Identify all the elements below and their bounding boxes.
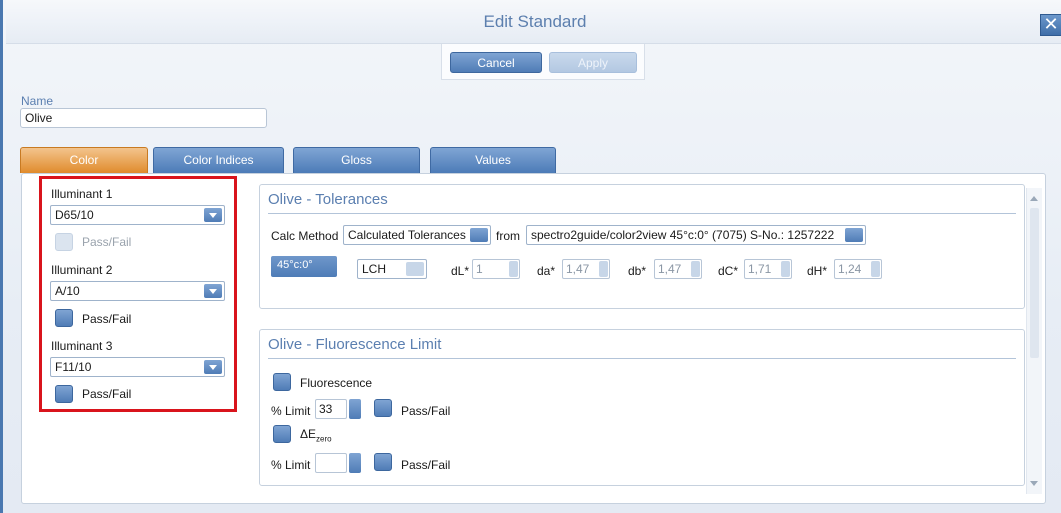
divider xyxy=(268,358,1016,359)
illuminant-1-value: D65/10 xyxy=(55,208,94,222)
dh-value: 1,24 xyxy=(838,262,862,276)
source-select[interactable]: spectro2guide/color2view 45°c:0° (7075) … xyxy=(526,225,866,245)
limit-label: % Limit xyxy=(271,404,311,418)
calc-method-select[interactable]: Calculated Tolerances xyxy=(343,225,491,245)
illuminant-3-select[interactable]: F11/10 xyxy=(50,357,225,377)
angle-tag: 45°c:0° xyxy=(271,256,337,277)
action-panel: Cancel Apply xyxy=(441,44,645,80)
ezero-passfail-checkbox[interactable] xyxy=(374,453,392,471)
ezero-passfail-label: Pass/Fail xyxy=(401,458,451,472)
tab-color[interactable]: Color xyxy=(20,147,148,173)
name-label: Name xyxy=(21,94,54,108)
illuminant-3-label: Illuminant 3 xyxy=(51,339,113,353)
dh-field[interactable]: 1,24 xyxy=(834,259,882,279)
window-title: Edit Standard xyxy=(483,12,587,31)
fluorescence-title: Olive - Fluorescence Limit xyxy=(268,336,442,353)
spinner-icon xyxy=(599,261,608,277)
fluorescence-label: Fluorescence xyxy=(300,376,373,390)
illuminant-3-passfail-label: Pass/Fail xyxy=(82,387,132,401)
db-label: db* xyxy=(628,264,647,278)
content-scrollbar[interactable] xyxy=(1026,188,1042,494)
calc-method-value: Calculated Tolerances xyxy=(348,228,466,242)
da-label: da* xyxy=(537,264,556,278)
illuminant-3-passfail-checkbox[interactable] xyxy=(55,385,73,403)
illuminant-2-passfail-label: Pass/Fail xyxy=(82,312,132,326)
illuminant-1-passfail-label: Pass/Fail xyxy=(82,235,132,249)
illuminant-3-value: F11/10 xyxy=(55,360,92,374)
tolerances-title: Olive - Tolerances xyxy=(268,191,388,208)
dh-label: dH* xyxy=(807,264,828,278)
spinner-icon xyxy=(781,261,790,277)
fluorescence-passfail-label: Pass/Fail xyxy=(401,404,451,418)
tab-gloss[interactable]: Gloss xyxy=(293,147,420,173)
ezero-subscript: zero xyxy=(316,434,332,444)
apply-button[interactable]: Apply xyxy=(549,52,637,73)
title-bar: Edit Standard ✕ xyxy=(6,0,1061,44)
illuminant-2-select[interactable]: A/10 xyxy=(50,281,225,301)
limit2-label: % Limit xyxy=(271,458,311,472)
cancel-button[interactable]: Cancel xyxy=(450,52,542,73)
illuminant-1-passfail-checkbox[interactable] xyxy=(55,233,73,251)
limit-spinner[interactable] xyxy=(349,399,361,419)
source-value: spectro2guide/color2view 45°c:0° (7075) … xyxy=(531,228,835,242)
dc-value: 1,71 xyxy=(748,262,772,276)
close-icon[interactable]: ✕ xyxy=(1040,14,1061,36)
da-field[interactable]: 1,47 xyxy=(562,259,610,279)
scroll-thumb[interactable] xyxy=(1030,208,1039,358)
chevron-down-icon xyxy=(406,262,424,276)
db-value: 1,47 xyxy=(658,262,682,276)
scroll-down-icon[interactable] xyxy=(1030,481,1038,486)
fluorescence-passfail-checkbox[interactable] xyxy=(374,399,392,417)
spinner-icon xyxy=(509,261,518,277)
fluorescence-checkbox[interactable] xyxy=(273,373,291,391)
tab-values[interactable]: Values xyxy=(430,147,556,173)
dl-label: dL* xyxy=(451,264,470,278)
scroll-up-icon[interactable] xyxy=(1030,196,1038,201)
chevron-down-icon xyxy=(470,228,488,242)
divider xyxy=(268,213,1016,214)
chevron-down-icon xyxy=(845,228,863,242)
from-label: from xyxy=(496,229,520,243)
illuminant-1-select[interactable]: D65/10 xyxy=(50,205,225,225)
name-input[interactable]: Olive xyxy=(20,108,267,128)
limit-field[interactable]: 33 xyxy=(315,399,347,419)
db-field[interactable]: 1,47 xyxy=(654,259,702,279)
color-space-value: LCH xyxy=(362,262,387,276)
tab-color-indices[interactable]: Color Indices xyxy=(153,147,284,173)
da-value: 1,47 xyxy=(566,262,590,276)
color-space-select[interactable]: LCH xyxy=(357,259,427,279)
illuminant-2-value: A/10 xyxy=(55,284,80,298)
illuminant-2-passfail-checkbox[interactable] xyxy=(55,309,73,327)
limit-value: 33 xyxy=(319,402,333,416)
dc-field[interactable]: 1,71 xyxy=(744,259,792,279)
limit2-spinner[interactable] xyxy=(349,453,361,473)
tolerances-group: Olive - Tolerances xyxy=(259,184,1025,309)
dc-label: dC* xyxy=(718,264,739,278)
calc-method-label: Calc Method xyxy=(271,229,339,243)
chevron-down-icon xyxy=(204,284,222,298)
limit2-field[interactable] xyxy=(315,453,347,473)
spinner-icon xyxy=(871,261,880,277)
ezero-label: ΔEzero xyxy=(300,427,332,443)
chevron-down-icon xyxy=(204,208,222,222)
illuminant-1-label: Illuminant 1 xyxy=(51,187,113,201)
spinner-icon xyxy=(691,261,700,277)
chevron-down-icon xyxy=(204,360,222,374)
dl-field[interactable]: 1 xyxy=(472,259,520,279)
ezero-checkbox[interactable] xyxy=(273,425,291,443)
ezero-text: ΔE xyxy=(300,427,317,441)
dl-value: 1 xyxy=(476,262,483,276)
illuminant-2-label: Illuminant 2 xyxy=(51,263,113,277)
